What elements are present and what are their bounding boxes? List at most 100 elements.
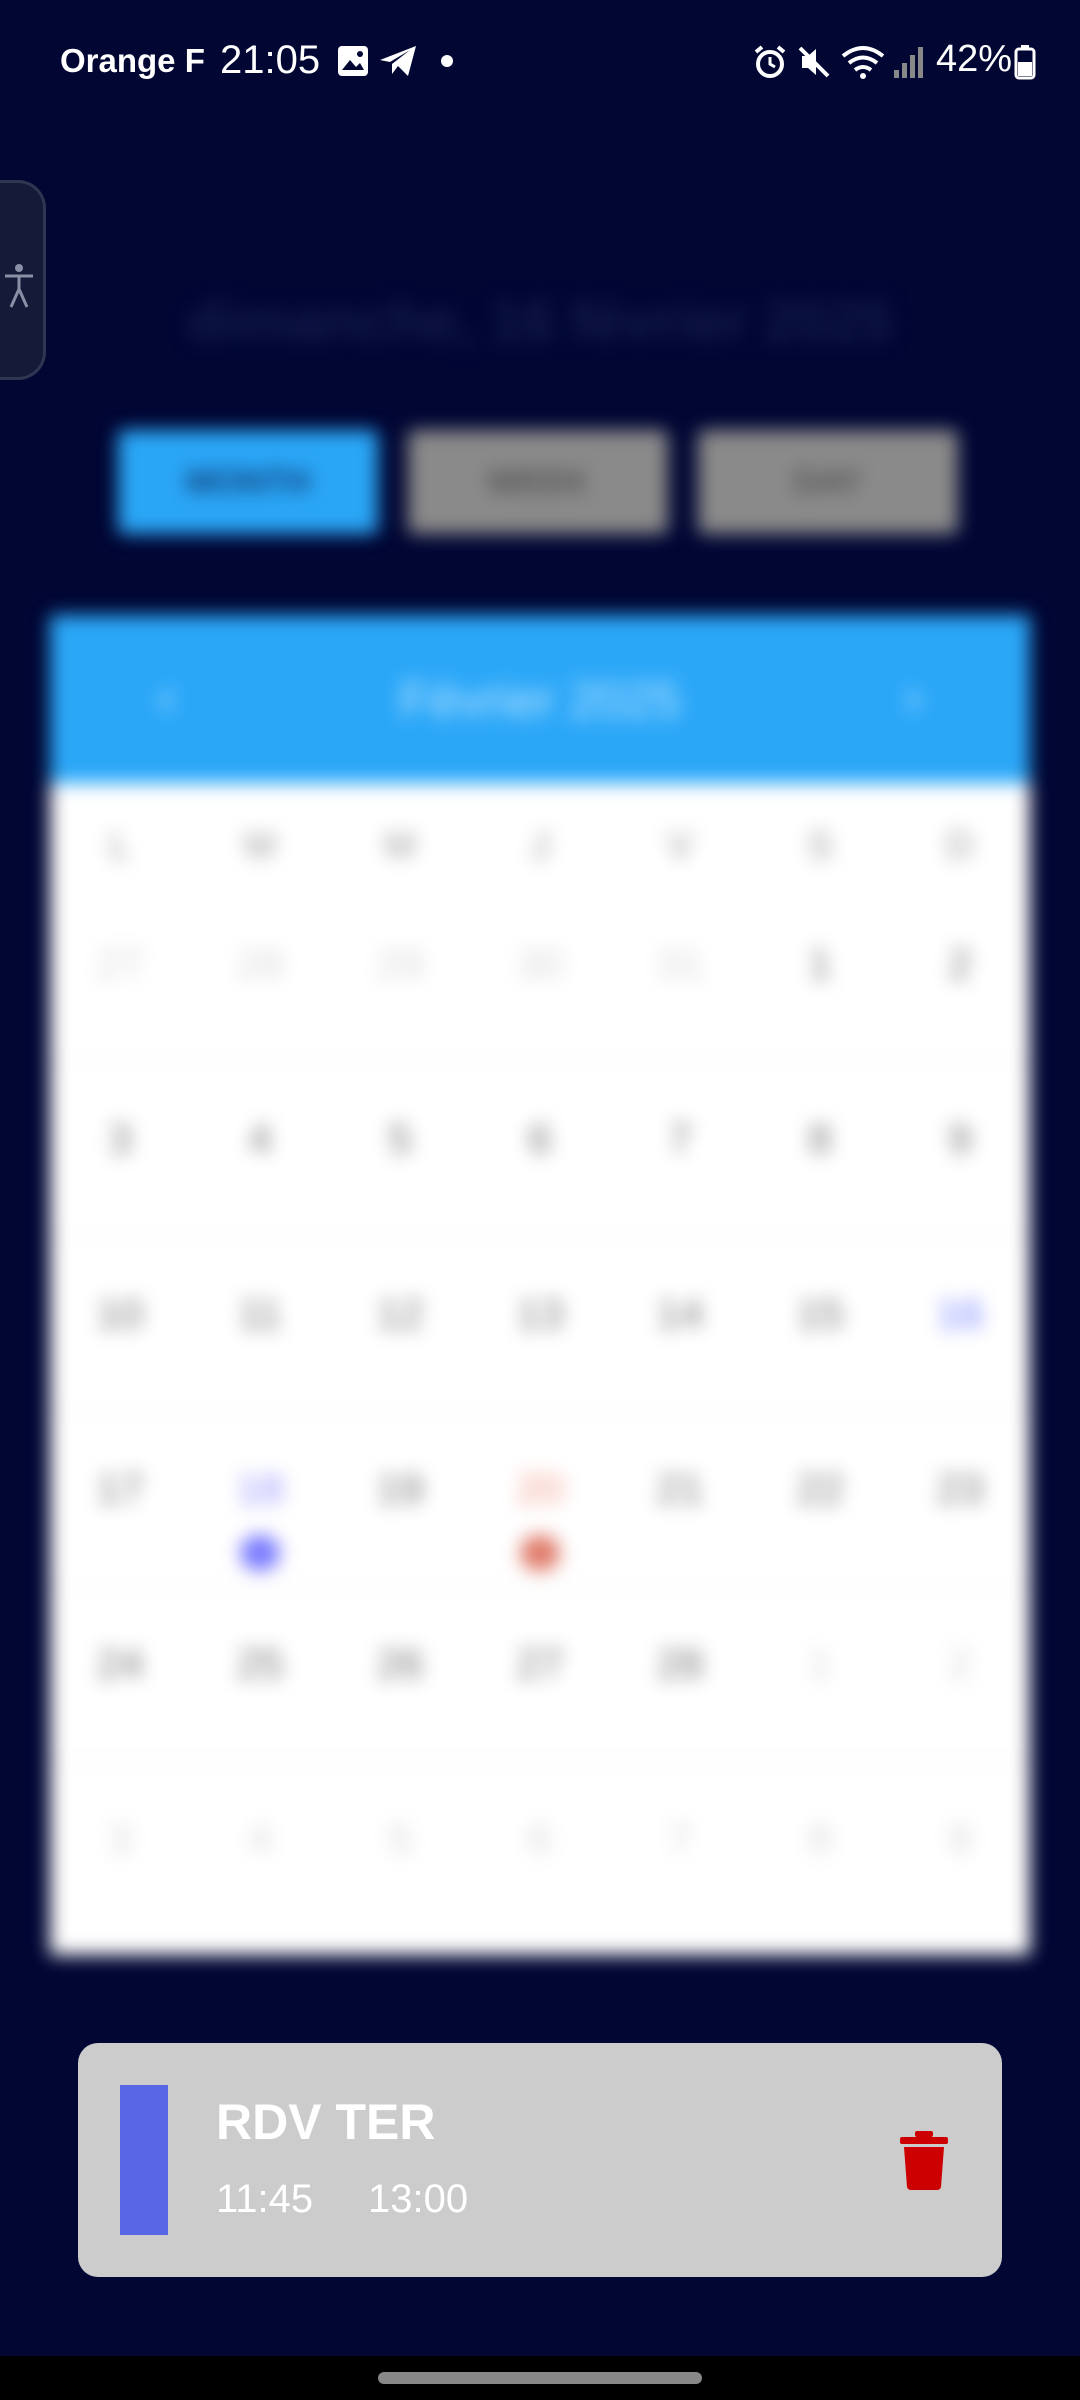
- day-number: 10: [96, 1290, 144, 1337]
- event-title: RDV TER: [216, 2094, 436, 2150]
- day-cell[interactable]: 3: [50, 1815, 190, 1990]
- day-cell-today[interactable]: 16: [890, 1290, 1030, 1465]
- day-cell[interactable]: 9: [890, 1115, 1030, 1290]
- day-cell[interactable]: 21: [610, 1465, 750, 1640]
- day-cell[interactable]: 1: [750, 940, 890, 1115]
- day-number: 5: [388, 1815, 412, 1862]
- day-number: 27: [516, 1640, 564, 1687]
- weekday-label: M: [244, 825, 276, 867]
- day-cell[interactable]: 30: [470, 940, 610, 1115]
- day-number: 7: [668, 1115, 692, 1162]
- weekday-label: V: [667, 825, 693, 867]
- month-calendar: ‹ Février 2025 › L M M J V S D 27 28 29 …: [50, 615, 1030, 1955]
- day-number: 8: [808, 1815, 832, 1862]
- day-number: 1: [808, 940, 832, 987]
- day-cell[interactable]: 29: [330, 940, 470, 1115]
- day-cell[interactable]: 19: [330, 1465, 470, 1640]
- day-cell[interactable]: 22: [750, 1465, 890, 1640]
- day-number: 2: [948, 940, 972, 987]
- day-number: 8: [808, 1115, 832, 1162]
- week-divider: [50, 1235, 1030, 1237]
- day-number: 16: [936, 1290, 984, 1337]
- day-cell[interactable]: 5: [330, 1115, 470, 1290]
- day-number: 18: [236, 1465, 284, 1512]
- day-number: 21: [656, 1465, 704, 1512]
- day-number: 23: [936, 1465, 984, 1512]
- day-cell[interactable]: 4: [190, 1115, 330, 1290]
- day-number: 30: [516, 940, 564, 987]
- day-cell-with-event[interactable]: 18: [190, 1465, 330, 1640]
- day-cell[interactable]: 6: [470, 1815, 610, 1990]
- calendar-header: ‹ Février 2025 ›: [50, 615, 1030, 783]
- day-cell[interactable]: 31: [610, 940, 750, 1115]
- day-number: 9: [948, 1115, 972, 1162]
- day-cell[interactable]: 28: [190, 940, 330, 1115]
- calendar-month-title: Février 2025: [399, 672, 681, 728]
- day-number: 31: [656, 940, 704, 987]
- event-marker: [240, 1535, 280, 1571]
- day-cell[interactable]: 8: [750, 1115, 890, 1290]
- day-cell[interactable]: 14: [610, 1290, 750, 1465]
- week-divider: [50, 1760, 1030, 1762]
- day-number: 28: [236, 940, 284, 987]
- day-cell[interactable]: 13: [470, 1290, 610, 1465]
- day-number: 5: [388, 1115, 412, 1162]
- day-view-button[interactable]: DAY: [698, 430, 958, 534]
- day-cell[interactable]: 4: [190, 1815, 330, 1990]
- accessibility-icon: [5, 264, 33, 308]
- home-indicator[interactable]: [378, 2372, 702, 2384]
- day-number: 14: [656, 1290, 704, 1337]
- next-month-button[interactable]: ›: [905, 667, 922, 727]
- event-color-indicator: [120, 2085, 168, 2235]
- day-cell[interactable]: 25: [190, 1640, 330, 1815]
- accessibility-button[interactable]: [0, 180, 46, 380]
- day-number: 19: [376, 1465, 424, 1512]
- month-view-button[interactable]: MONTH: [118, 430, 378, 534]
- day-number: 4: [248, 1815, 272, 1862]
- day-cell[interactable]: 7: [610, 1815, 750, 1990]
- weekday-label: M: [384, 825, 416, 867]
- week-view-button[interactable]: WEEK: [408, 430, 668, 534]
- day-cell[interactable]: 28: [610, 1640, 750, 1815]
- day-number: 3: [108, 1115, 132, 1162]
- day-number: 29: [376, 940, 424, 987]
- event-card[interactable]: RDV TER 11:45 13:00: [78, 2043, 1002, 2277]
- day-number: 2: [948, 1640, 972, 1687]
- day-cell[interactable]: 2: [890, 1640, 1030, 1815]
- day-cell[interactable]: 7: [610, 1115, 750, 1290]
- day-cell[interactable]: 27: [50, 940, 190, 1115]
- day-cell[interactable]: 9: [890, 1815, 1030, 1990]
- calendar-screen: dimanche, 16 février 2025 MONTH WEEK DAY…: [0, 0, 1080, 2000]
- weekday-label: S: [807, 825, 833, 867]
- day-number: 22: [796, 1465, 844, 1512]
- day-cell[interactable]: 17: [50, 1465, 190, 1640]
- trash-icon[interactable]: [898, 2129, 950, 2191]
- event-marker: [520, 1535, 560, 1571]
- day-cell[interactable]: 8: [750, 1815, 890, 1990]
- day-number: 20: [516, 1465, 564, 1512]
- day-cell[interactable]: 24: [50, 1640, 190, 1815]
- event-end-time: 13:00: [368, 2177, 469, 2221]
- week-divider: [50, 1585, 1030, 1587]
- day-cell[interactable]: 10: [50, 1290, 190, 1465]
- day-number: 15: [796, 1290, 844, 1337]
- week-divider: [50, 1060, 1030, 1062]
- day-cell[interactable]: 11: [190, 1290, 330, 1465]
- day-cell[interactable]: 6: [470, 1115, 610, 1290]
- day-cell-with-event[interactable]: 20: [470, 1465, 610, 1640]
- day-number: 3: [108, 1815, 132, 1862]
- day-cell[interactable]: 23: [890, 1465, 1030, 1640]
- day-cell[interactable]: 5: [330, 1815, 470, 1990]
- weekday-label: J: [530, 825, 550, 867]
- day-cell[interactable]: 15: [750, 1290, 890, 1465]
- day-cell[interactable]: 1: [750, 1640, 890, 1815]
- day-number: 7: [668, 1815, 692, 1862]
- day-number: 13: [516, 1290, 564, 1337]
- day-number: 11: [238, 1290, 282, 1337]
- day-cell[interactable]: 2: [890, 940, 1030, 1115]
- day-number: 25: [236, 1640, 284, 1687]
- day-cell[interactable]: 12: [330, 1290, 470, 1465]
- day-cell[interactable]: 27: [470, 1640, 610, 1815]
- day-cell[interactable]: 3: [50, 1115, 190, 1290]
- day-cell[interactable]: 26: [330, 1640, 470, 1815]
